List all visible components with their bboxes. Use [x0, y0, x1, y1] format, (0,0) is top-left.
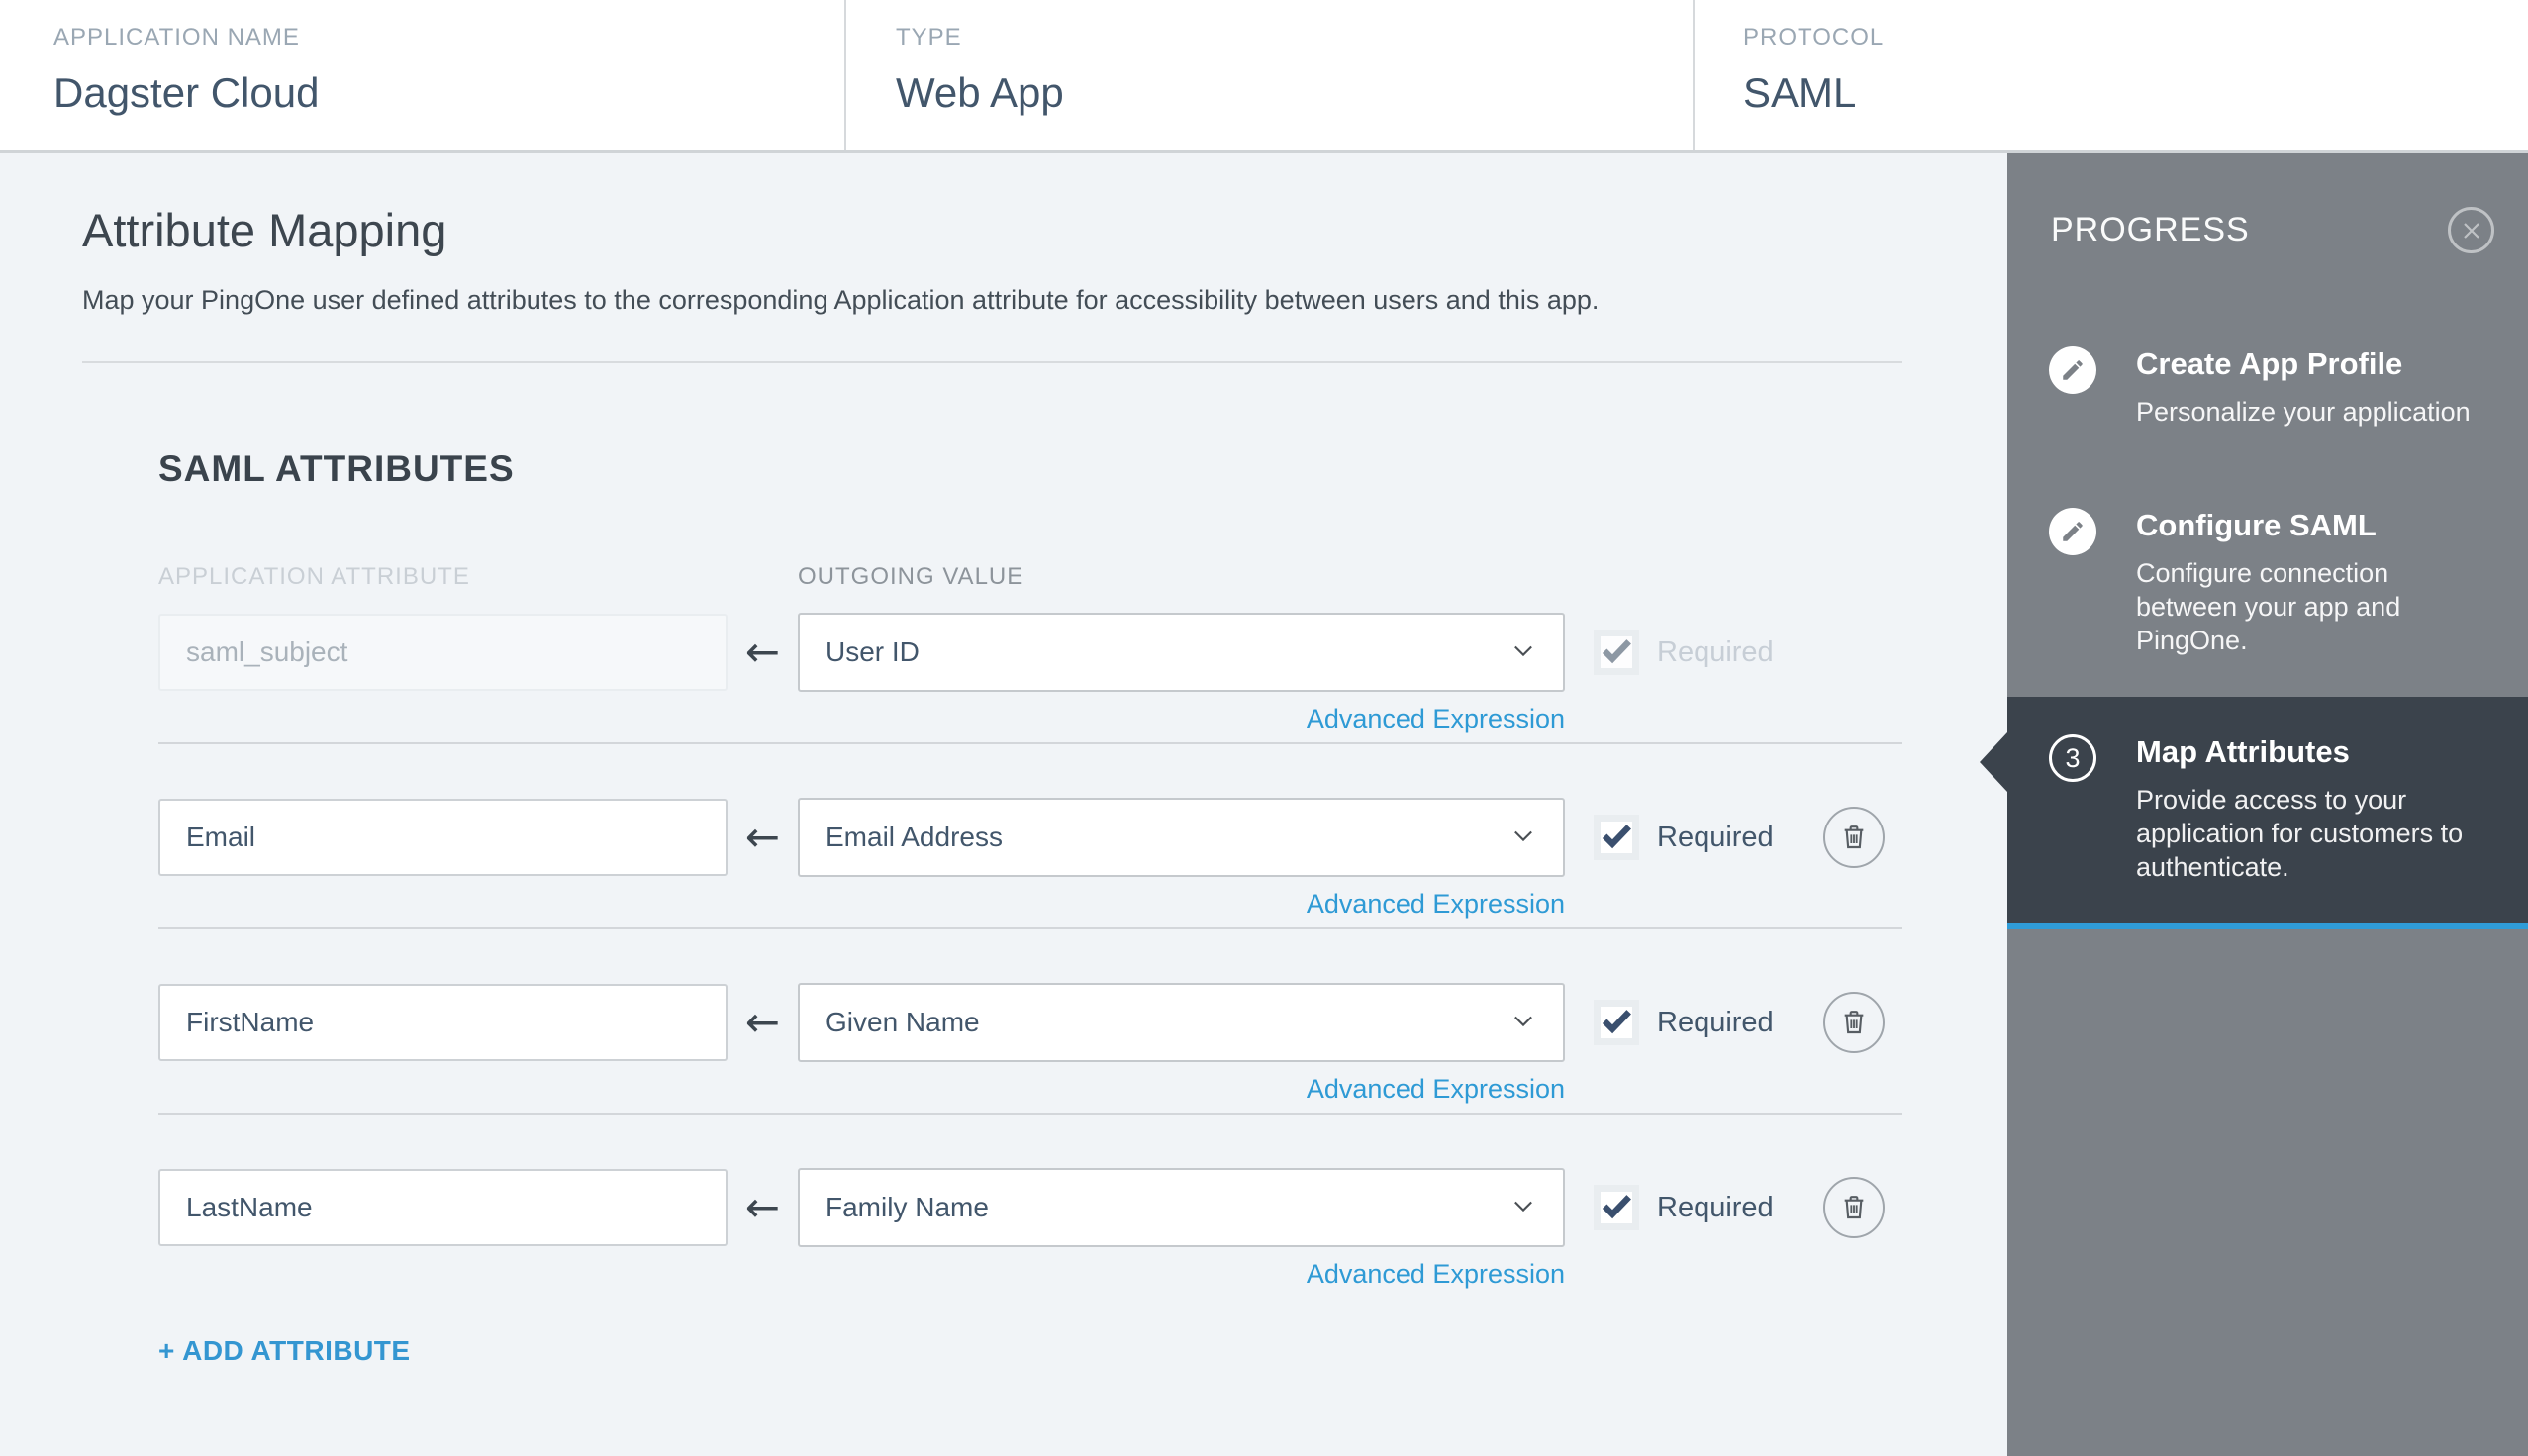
step-title: Configure SAML	[2136, 508, 2377, 542]
chevron-down-icon	[1509, 1192, 1537, 1224]
app-summary-header: APPLICATION NAME Dagster Cloud TYPE Web …	[0, 0, 2528, 153]
delete-attribute-button[interactable]	[1823, 807, 1885, 868]
step-description: Provide access to your application for c…	[2136, 785, 2464, 882]
type-value: Web App	[896, 69, 1064, 116]
chevron-down-icon	[1509, 1007, 1537, 1039]
outgoing-value-selected: Email Address	[826, 822, 1003, 852]
step-title: Create App Profile	[2136, 346, 2403, 381]
advanced-expression-line: Advanced Expression	[158, 889, 1565, 920]
check-icon	[1602, 1195, 1631, 1219]
outgoing-value-select[interactable]: Given Name	[798, 983, 1565, 1062]
check-icon	[1602, 639, 1631, 664]
close-icon	[2463, 222, 2479, 239]
attribute-mapping-panel: Attribute Mapping Map your PingOne user …	[0, 153, 2007, 1456]
step-description: Personalize your application	[2136, 397, 2471, 427]
required-label: Required	[1657, 635, 1774, 668]
application-attribute-input[interactable]	[158, 984, 728, 1061]
progress-step-map-attributes[interactable]: 3 Map Attributes Provide access to your …	[1980, 697, 2528, 929]
left-arrow-icon: ←	[744, 813, 781, 861]
check-icon	[1602, 1010, 1631, 1034]
trash-icon	[1844, 1011, 1864, 1034]
left-arrow-icon: ←	[744, 628, 781, 676]
advanced-expression-link[interactable]: Advanced Expression	[1307, 889, 1565, 919]
progress-sidebar: PROGRESS Create App Profile Personalize …	[1980, 153, 2528, 1456]
advanced-expression-link[interactable]: Advanced Expression	[1307, 1259, 1565, 1289]
saml-attributes-heading: SAML ATTRIBUTES	[158, 448, 515, 489]
outgoing-value-selected: Given Name	[826, 1007, 980, 1037]
advanced-expression-link[interactable]: Advanced Expression	[1307, 1074, 1565, 1104]
progress-step-create-app-profile[interactable]: Create App Profile Personalize your appl…	[2007, 346, 2528, 429]
delete-attribute-button[interactable]	[1823, 992, 1885, 1053]
close-button[interactable]	[2448, 207, 2494, 253]
row-divider	[158, 742, 1902, 744]
row-divider	[158, 1113, 1902, 1115]
check-icon	[1602, 825, 1631, 849]
chevron-down-icon	[1509, 636, 1537, 669]
column-headers: APPLICATION ATTRIBUTE OUTGOING VALUE	[158, 563, 2007, 591]
header-field-application-name: APPLICATION NAME Dagster Cloud	[0, 0, 844, 150]
required-label: Required	[1657, 821, 1774, 853]
outgoing-value-select[interactable]: User ID	[798, 613, 1565, 692]
attribute-row-lastname: ← Family Name Required	[158, 1168, 1902, 1247]
application-attribute-input[interactable]	[158, 1169, 728, 1246]
required-checkbox[interactable]	[1594, 815, 1639, 860]
application-name-value: Dagster Cloud	[53, 69, 320, 116]
outgoing-value-selected: User ID	[826, 636, 920, 667]
row-divider	[158, 927, 1902, 929]
step-number-badge: 3	[2049, 734, 2096, 782]
protocol-value: SAML	[1743, 69, 1857, 116]
advanced-expression-line: Advanced Expression	[158, 1259, 1565, 1290]
chevron-down-icon	[1509, 822, 1537, 854]
step-text: Create App Profile Personalize your appl…	[2136, 346, 2471, 429]
progress-step-configure-saml[interactable]: Configure SAML Configure connection betw…	[2007, 508, 2528, 657]
application-attribute-column-label: APPLICATION ATTRIBUTE	[158, 563, 470, 590]
required-checkbox[interactable]	[1594, 1185, 1639, 1230]
required-checkbox	[1594, 630, 1639, 675]
application-attribute-input[interactable]	[158, 799, 728, 876]
pencil-icon	[2049, 508, 2096, 555]
attribute-row-saml-subject: ← User ID Required	[158, 613, 1902, 692]
required-label: Required	[1657, 1006, 1774, 1038]
advanced-expression-link[interactable]: Advanced Expression	[1307, 704, 1565, 733]
delete-attribute-button[interactable]	[1823, 1177, 1885, 1238]
step-text: Map Attributes Provide access to your ap…	[2136, 734, 2486, 884]
type-label: TYPE	[896, 24, 962, 50]
outgoing-value-select[interactable]: Family Name	[798, 1168, 1565, 1247]
outgoing-value-column-label: OUTGOING VALUE	[798, 563, 1024, 590]
outgoing-value-select[interactable]: Email Address	[798, 798, 1565, 877]
header-field-protocol: PROTOCOL SAML	[1693, 0, 2528, 150]
attribute-row-email: ← Email Address Required	[158, 798, 1902, 877]
step-title: Map Attributes	[2136, 734, 2350, 769]
title-divider	[82, 361, 1902, 363]
step-description: Configure connection between your app an…	[2136, 558, 2401, 655]
advanced-expression-line: Advanced Expression	[158, 704, 1565, 734]
page-title: Attribute Mapping	[82, 204, 447, 256]
progress-title: PROGRESS	[2051, 211, 2250, 248]
page-description: Map your PingOne user defined attributes…	[82, 285, 1600, 315]
add-attribute-button[interactable]: + ADD ATTRIBUTE	[158, 1335, 411, 1367]
app-window: APPLICATION NAME Dagster Cloud TYPE Web …	[0, 0, 2528, 1456]
required-label: Required	[1657, 1191, 1774, 1223]
application-name-label: APPLICATION NAME	[53, 24, 300, 50]
left-arrow-icon: ←	[744, 998, 781, 1046]
protocol-label: PROTOCOL	[1743, 24, 1885, 50]
attribute-row-firstname: ← Given Name Required	[158, 983, 1902, 1062]
application-attribute-input	[158, 614, 728, 691]
header-field-type: TYPE Web App	[844, 0, 1693, 150]
trash-icon	[1844, 825, 1864, 849]
advanced-expression-line: Advanced Expression	[158, 1074, 1565, 1105]
outgoing-value-selected: Family Name	[826, 1192, 989, 1222]
left-arrow-icon: ←	[744, 1183, 781, 1231]
progress-header: PROGRESS	[2007, 153, 2528, 253]
required-checkbox[interactable]	[1594, 1000, 1639, 1045]
trash-icon	[1844, 1196, 1864, 1219]
step-text: Configure SAML Configure connection betw…	[2136, 508, 2486, 657]
pencil-icon	[2049, 346, 2096, 394]
